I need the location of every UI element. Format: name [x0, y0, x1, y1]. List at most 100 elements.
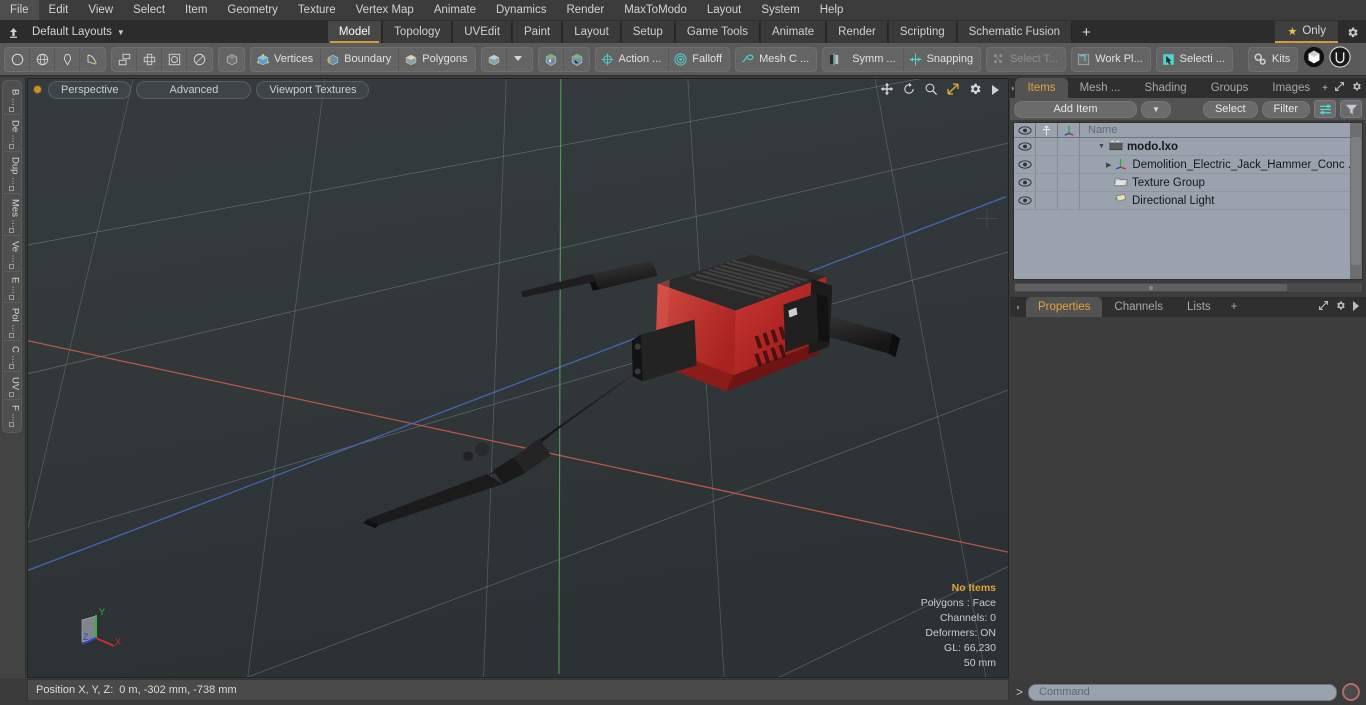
- viewport-canvas[interactable]: [28, 79, 1008, 678]
- expand-icon[interactable]: [1334, 81, 1345, 95]
- falloff-button[interactable]: Falloff: [669, 48, 729, 71]
- vertices-button[interactable]: Vertices: [251, 47, 322, 71]
- gear-icon[interactable]: [1351, 81, 1362, 95]
- item-row-texture-group[interactable]: Texture Group: [1080, 174, 1362, 191]
- row-lock-cell[interactable]: [1036, 156, 1058, 173]
- boundary-button[interactable]: Boundary: [321, 47, 400, 71]
- menu-item-view[interactable]: View: [78, 0, 123, 20]
- move-plus-icon[interactable]: [137, 47, 162, 71]
- table-row[interactable]: ▼ modo.lxo: [1014, 138, 1362, 156]
- row-axis-cell[interactable]: [1058, 138, 1080, 155]
- work-plane-button[interactable]: Work Pl...: [1072, 48, 1149, 71]
- tab-paint[interactable]: Paint: [512, 21, 563, 43]
- tab-mesh[interactable]: Mesh ...: [1068, 78, 1133, 98]
- tab-images[interactable]: Images: [1260, 78, 1322, 98]
- row-axis-cell[interactable]: [1058, 174, 1080, 191]
- left-tab-curve[interactable]: C ...: [3, 341, 21, 373]
- item-row-scene[interactable]: ▼ modo.lxo: [1080, 138, 1362, 155]
- tab-render[interactable]: Render: [826, 21, 888, 43]
- select-button[interactable]: Select: [1202, 100, 1258, 118]
- pen-icon[interactable]: [55, 47, 80, 71]
- axis-cube-a-icon[interactable]: [539, 47, 564, 71]
- item-list-horizontal-scrollbar[interactable]: [1013, 282, 1363, 293]
- tab-channels[interactable]: Channels: [1102, 297, 1175, 317]
- menu-item-vertex-map[interactable]: Vertex Map: [346, 0, 424, 20]
- menu-item-maxtomodo[interactable]: MaxToModo: [614, 0, 697, 20]
- fit-icon[interactable]: [946, 82, 960, 101]
- row-lock-cell[interactable]: [1036, 192, 1058, 209]
- eye-icon[interactable]: [1014, 123, 1036, 137]
- tab-groups[interactable]: Groups: [1199, 78, 1261, 98]
- item-list-vertical-scrollbar[interactable]: [1350, 123, 1362, 279]
- menu-item-help[interactable]: Help: [810, 0, 854, 20]
- left-tab-basic[interactable]: B ...: [3, 84, 21, 115]
- mesh-constraint-button[interactable]: Mesh C ...: [736, 48, 816, 71]
- select-through-button[interactable]: Select T...: [987, 48, 1065, 71]
- menu-item-render[interactable]: Render: [556, 0, 614, 20]
- properties-body[interactable]: [1010, 317, 1366, 672]
- tab-schematic-fusion[interactable]: Schematic Fusion: [956, 21, 1073, 43]
- item-row-directional-light[interactable]: Directional Light: [1080, 192, 1362, 209]
- selection-tool-button[interactable]: Selecti ...: [1157, 48, 1232, 71]
- menu-item-dynamics[interactable]: Dynamics: [486, 0, 556, 20]
- stack-icon[interactable]: [112, 47, 137, 71]
- add-tab-button[interactable]: +: [1322, 83, 1328, 94]
- menu-item-texture[interactable]: Texture: [288, 0, 346, 20]
- left-tab-polygon[interactable]: Pol ...: [3, 303, 21, 341]
- only-toggle[interactable]: ★ Only: [1275, 21, 1338, 43]
- tab-scripting[interactable]: Scripting: [887, 21, 957, 43]
- unreal-badge-icon[interactable]: [1329, 45, 1351, 73]
- menu-item-geometry[interactable]: Geometry: [217, 0, 288, 20]
- cube-icon[interactable]: [482, 47, 507, 71]
- chevron-down-icon[interactable]: [507, 48, 532, 71]
- list-options-icon[interactable]: [1314, 100, 1336, 118]
- tab-uvedit[interactable]: UVEdit: [452, 21, 513, 43]
- menu-item-file[interactable]: File: [0, 0, 39, 20]
- table-row[interactable]: Texture Group: [1014, 174, 1362, 192]
- record-icon[interactable]: [1342, 683, 1360, 701]
- add-item-button[interactable]: Add Item: [1014, 100, 1137, 118]
- viewport-textures-button[interactable]: Viewport Textures: [256, 80, 370, 99]
- expand-icon[interactable]: [1318, 300, 1329, 314]
- menu-item-layout[interactable]: Layout: [697, 0, 752, 20]
- left-tab-vertex[interactable]: Ve ...: [3, 236, 21, 272]
- circle-icon[interactable]: [5, 47, 30, 71]
- left-tab-edge[interactable]: E ...: [3, 272, 21, 303]
- tab-shading[interactable]: Shading: [1132, 78, 1198, 98]
- kits-button[interactable]: Kits: [1249, 48, 1297, 71]
- viewport-perspective-button[interactable]: Perspective: [48, 80, 132, 99]
- cube-icon[interactable]: [219, 48, 244, 71]
- row-axis-cell[interactable]: [1058, 156, 1080, 173]
- menu-item-animate[interactable]: Animate: [424, 0, 486, 20]
- tab-layout[interactable]: Layout: [562, 21, 621, 43]
- gear-icon[interactable]: [968, 82, 982, 101]
- axis-icon[interactable]: [1058, 123, 1080, 137]
- play-arrow-icon[interactable]: [990, 83, 1000, 101]
- chevron-down-icon[interactable]: ▼: [1098, 143, 1105, 150]
- table-row[interactable]: ▶ Demolition_Electric_Jack_Hammer_Conc .…: [1014, 156, 1362, 174]
- tab-lists[interactable]: Lists: [1175, 297, 1223, 317]
- 3d-viewport[interactable]: Perspective Advanced Viewport Textures N…: [27, 78, 1009, 678]
- rotate-icon[interactable]: [187, 48, 212, 71]
- menu-item-system[interactable]: System: [751, 0, 809, 20]
- modo-badge-icon[interactable]: [1303, 46, 1325, 73]
- snapping-button[interactable]: Snapping: [904, 48, 981, 71]
- row-eye-icon[interactable]: [1014, 156, 1036, 173]
- add-tab-button[interactable]: +: [1072, 21, 1101, 43]
- symmetry-button[interactable]: Symm ...: [823, 47, 904, 71]
- tab-animate[interactable]: Animate: [759, 21, 827, 43]
- left-tab-mesh-edit[interactable]: Mes ...: [3, 194, 21, 237]
- funnel-icon[interactable]: [1340, 100, 1362, 118]
- table-row[interactable]: Directional Light: [1014, 192, 1362, 210]
- left-tab-fusion[interactable]: F ...: [4, 400, 21, 429]
- menu-item-edit[interactable]: Edit: [39, 0, 79, 20]
- tab-items[interactable]: Items: [1015, 78, 1068, 98]
- tab-properties[interactable]: Properties: [1026, 297, 1103, 317]
- viewport-shading-button[interactable]: Advanced: [136, 80, 252, 99]
- left-tab-deform[interactable]: De ...: [3, 115, 21, 152]
- add-prop-tab-button[interactable]: +: [1223, 297, 1246, 317]
- row-lock-cell[interactable]: [1036, 174, 1058, 191]
- gear-icon[interactable]: [1338, 21, 1366, 43]
- row-eye-icon[interactable]: [1014, 138, 1036, 155]
- row-axis-cell[interactable]: [1058, 192, 1080, 209]
